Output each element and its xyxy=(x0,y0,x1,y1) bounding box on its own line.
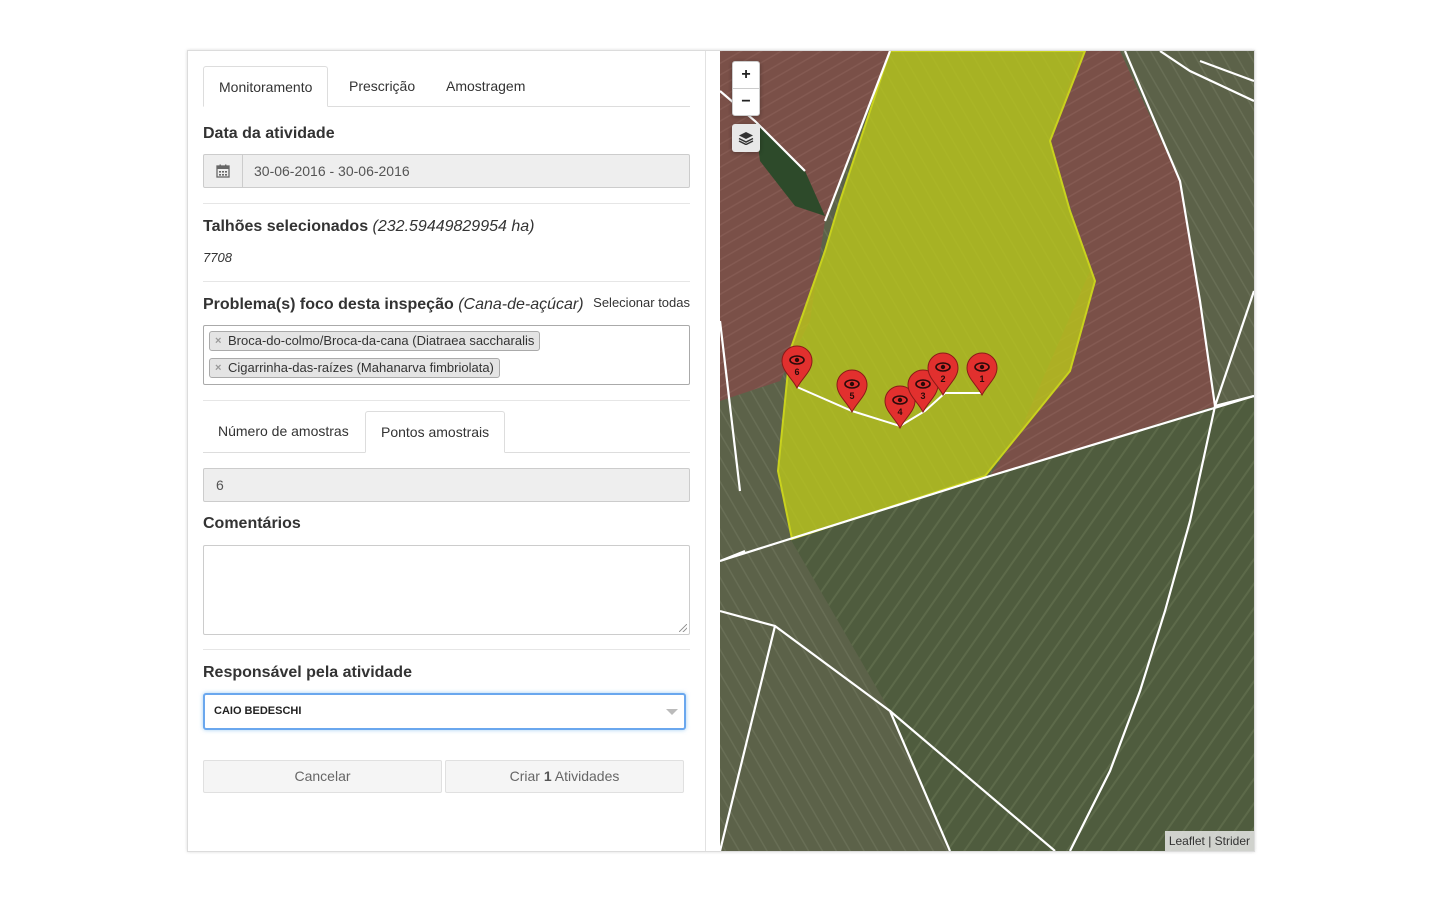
markers-layer: 6 5 4 3 2 1 xyxy=(720,51,1254,851)
chevron-down-icon xyxy=(666,709,678,715)
sample-count-field[interactable]: 6 xyxy=(203,468,690,502)
activity-type-tabs: Monitoramento Prescrição Amostragem xyxy=(203,66,690,107)
marker-number: 1 xyxy=(979,374,985,384)
resize-handle-icon[interactable] xyxy=(679,624,687,632)
activity-form-panel: Monitoramento Prescrição Amostragem Data… xyxy=(188,51,706,851)
problems-label: Problema(s) foco desta inspeção (Cana-de… xyxy=(203,296,584,313)
plots-label: Talhões selecionados (232.59449829954 ha… xyxy=(203,218,535,235)
crop-name: (Cana-de-açúcar) xyxy=(458,296,584,313)
tab-numero-amostras[interactable]: Número de amostras xyxy=(203,411,364,452)
map-attribution: Leaflet | Strider xyxy=(1164,831,1254,851)
responsible-select[interactable]: CAIO BEDESCHI xyxy=(203,693,686,730)
comments-textarea[interactable] xyxy=(203,545,690,635)
comments-label: Comentários xyxy=(203,515,301,532)
plot-id: 7708 xyxy=(203,250,232,265)
sample-tabs: Número de amostras Pontos amostrais xyxy=(203,411,690,453)
tab-prescricao[interactable]: Prescrição xyxy=(334,66,430,106)
remove-tag-icon[interactable]: × xyxy=(215,332,221,350)
sample-point-marker[interactable]: 6 xyxy=(780,345,814,390)
divider xyxy=(203,203,690,204)
layers-icon[interactable] xyxy=(732,124,760,152)
calendar-icon xyxy=(204,155,243,187)
sample-point-marker[interactable]: 2 xyxy=(926,352,960,397)
create-activities-button[interactable]: Criar 1 Atividades xyxy=(445,760,684,793)
responsible-value: CAIO BEDESCHI xyxy=(214,705,302,717)
date-range-field[interactable]: 30-06-2016 - 30-06-2016 xyxy=(203,154,690,188)
tab-monitoramento[interactable]: Monitoramento xyxy=(203,66,329,107)
marker-number: 5 xyxy=(849,391,855,401)
tab-pontos-amostrais[interactable]: Pontos amostrais xyxy=(365,411,506,453)
plots-area: (232.59449829954 ha) xyxy=(372,218,535,235)
cancel-button[interactable]: Cancelar xyxy=(203,760,442,793)
remove-tag-icon[interactable]: × xyxy=(215,359,221,377)
map-view[interactable]: 6 5 4 3 2 1 + − Leaflet | Strider xyxy=(720,51,1254,851)
divider xyxy=(203,649,690,650)
date-label: Data da atividade xyxy=(203,125,335,142)
divider xyxy=(203,281,690,282)
tab-amostragem[interactable]: Amostragem xyxy=(431,66,540,106)
problem-tag: × Broca-do-colmo/Broca-da-cana (Diatraea … xyxy=(209,331,541,351)
strider-link[interactable]: Strider xyxy=(1215,834,1250,848)
sample-point-marker[interactable]: 1 xyxy=(965,352,999,397)
date-range-value: 30-06-2016 - 30-06-2016 xyxy=(254,163,410,179)
select-all-link[interactable]: Selecionar todas xyxy=(593,295,690,310)
zoom-out-button[interactable]: − xyxy=(733,89,759,115)
marker-number: 2 xyxy=(940,374,946,384)
divider xyxy=(203,400,690,401)
zoom-in-button[interactable]: + xyxy=(733,62,759,88)
marker-number: 6 xyxy=(794,367,800,377)
sample-point-marker[interactable]: 5 xyxy=(835,369,869,414)
zoom-control: + − xyxy=(732,61,760,116)
leaflet-link[interactable]: Leaflet xyxy=(1169,834,1205,848)
app-frame: Monitoramento Prescrição Amostragem Data… xyxy=(187,50,1255,852)
responsible-label: Responsável pela atividade xyxy=(203,664,412,681)
problems-multiselect[interactable]: × Broca-do-colmo/Broca-da-cana (Diatraea … xyxy=(203,325,690,385)
problem-tag: × Cigarrinha-das-raízes (Mahanarva fimbri… xyxy=(209,358,500,378)
